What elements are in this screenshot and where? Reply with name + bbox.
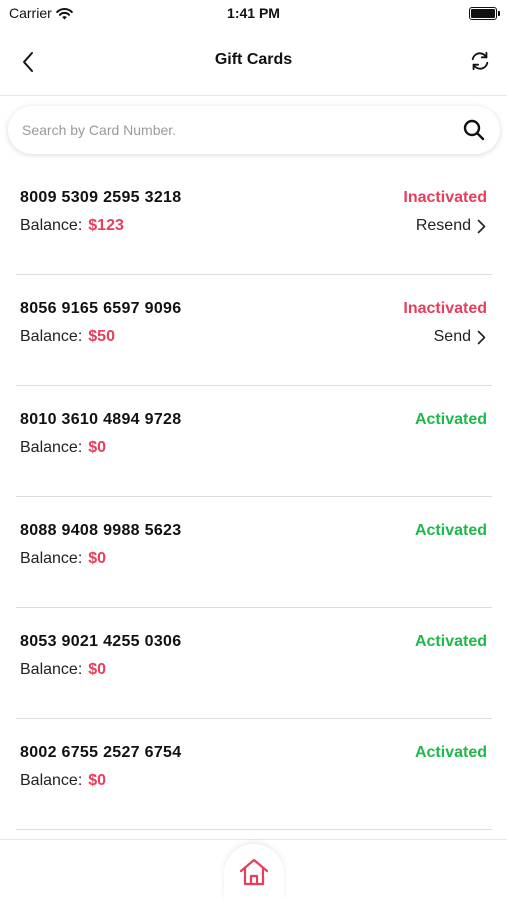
chevron-right-icon xyxy=(477,330,486,344)
status-bar: Carrier 1:41 PM xyxy=(0,0,507,30)
gift-card-list: 8009 5309 2595 3218 Balance: $123 Inactiv… xyxy=(16,164,492,830)
status-time: 1:41 PM xyxy=(227,5,280,21)
balance-label: Balance: xyxy=(20,550,83,567)
gift-card-row[interactable]: 8056 9165 6597 9096 Balance: $50 Inactiva… xyxy=(16,275,492,386)
page-title: Gift Cards xyxy=(214,51,293,68)
send-button[interactable]: Send xyxy=(434,328,486,346)
card-number: 8053 9021 4255 0306 xyxy=(20,633,182,650)
chevron-right-icon xyxy=(477,219,486,233)
battery-level xyxy=(471,9,495,18)
gift-card-row[interactable]: 8009 5309 2595 3218 Balance: $123 Inactiv… xyxy=(16,164,492,275)
home-icon xyxy=(239,858,269,886)
balance-line: Balance: $0 xyxy=(20,550,106,568)
balance-value: $123 xyxy=(88,217,124,234)
navigation-bar: Gift Cards xyxy=(0,30,507,96)
balance-label: Balance: xyxy=(20,772,83,789)
refresh-icon xyxy=(471,51,489,71)
gift-card-row[interactable]: 8088 9408 9988 5623 Balance: $0 Activated xyxy=(16,497,492,608)
search-bar xyxy=(8,106,500,154)
card-status: Activated xyxy=(414,522,487,539)
balance-line: Balance: $0 xyxy=(20,439,106,457)
balance-line: Balance: $123 xyxy=(20,217,124,235)
card-action-label: Send xyxy=(433,328,471,345)
gift-card-row[interactable]: 8010 3610 4894 9728 Balance: $0 Activated xyxy=(16,386,492,497)
card-status: Activated xyxy=(414,411,487,428)
balance-label: Balance: xyxy=(20,217,83,234)
battery-icon xyxy=(469,7,500,20)
card-action-label: Resend xyxy=(415,217,471,234)
card-status: Activated xyxy=(414,744,487,761)
balance-value: $0 xyxy=(88,439,107,456)
balance-value: $0 xyxy=(88,550,107,567)
balance-line: Balance: $0 xyxy=(20,772,106,790)
card-number: 8002 6755 2527 6754 xyxy=(20,744,182,761)
gift-card-row[interactable]: 8053 9021 4255 0306 Balance: $0 Activated xyxy=(16,608,492,719)
balance-value: $0 xyxy=(88,661,107,678)
card-status: Inactivated xyxy=(403,300,487,317)
balance-label: Balance: xyxy=(20,661,83,678)
card-number: 8009 5309 2595 3218 xyxy=(20,189,182,206)
balance-line: Balance: $0 xyxy=(20,661,106,679)
balance-value: $50 xyxy=(88,328,115,345)
card-number: 8010 3610 4894 9728 xyxy=(20,411,182,428)
card-status: Activated xyxy=(414,633,487,650)
card-status: Inactivated xyxy=(403,189,487,206)
search-icon[interactable] xyxy=(462,118,486,142)
resend-button[interactable]: Resend xyxy=(416,217,486,235)
balance-line: Balance: $50 xyxy=(20,328,115,346)
refresh-button[interactable] xyxy=(465,46,495,76)
gift-card-row[interactable]: 8002 6755 2527 6754 Balance: $0 Activated xyxy=(16,719,492,830)
balance-label: Balance: xyxy=(20,439,83,456)
search-input[interactable] xyxy=(22,115,442,145)
card-number: 8088 9408 9988 5623 xyxy=(20,522,182,539)
home-button[interactable] xyxy=(224,844,284,900)
card-number: 8056 9165 6597 9096 xyxy=(20,300,182,317)
balance-label: Balance: xyxy=(20,328,83,345)
balance-value: $0 xyxy=(88,772,107,789)
